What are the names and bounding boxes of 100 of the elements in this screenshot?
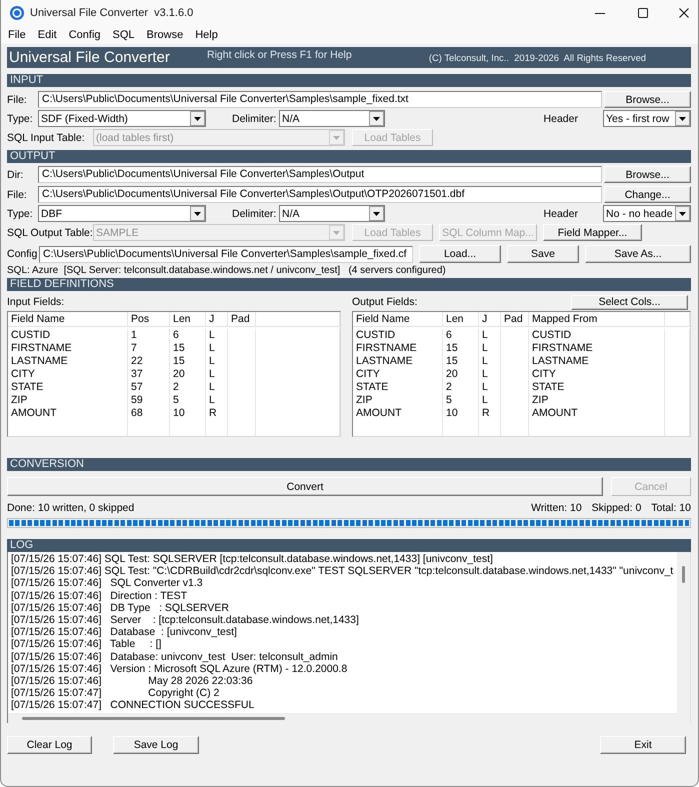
convert-button[interactable]: Convert	[7, 477, 603, 496]
column-header[interactable]: Len	[443, 312, 479, 326]
table-cell: LASTNAME	[529, 355, 665, 368]
table-cell: AMOUNT	[8, 407, 128, 420]
sql-connection-info: SQL: Azure [SQL Server: telconsult.database.windows.net / univconv_test] (4 servers configured)	[7, 265, 447, 276]
menu-item[interactable]: SQL	[106, 29, 141, 41]
exit-button[interactable]: Exit	[600, 736, 686, 754]
column-header[interactable]: Pad	[501, 312, 529, 326]
table-cell: R	[479, 407, 501, 420]
section-header: INPUT	[7, 74, 691, 87]
output-dir-field[interactable]: C:\Users\Public\Documents\Universal File Converter\Samples\Output	[38, 166, 602, 183]
app-title: Universal File Converter	[8, 49, 171, 66]
minimize-icon[interactable]	[595, 12, 605, 14]
horizontal-scrollbar-thumb[interactable]	[22, 716, 285, 720]
vertical-scrollbar-thumb[interactable]	[682, 566, 685, 583]
header-dropdown[interactable]: No - no heade	[603, 205, 691, 222]
window-title: Universal File Converter v3.1.6.0	[30, 7, 194, 19]
table-cell: 2	[443, 381, 479, 394]
table-cell: L	[479, 381, 501, 394]
save-config-button[interactable]: Save	[507, 245, 579, 263]
browse-button[interactable]: Browse...	[604, 91, 691, 108]
table-cell: CITY	[8, 368, 128, 381]
table-cell: ZIP	[529, 394, 665, 407]
table-cell: 15	[443, 342, 479, 355]
count-text: Written: 10	[531, 502, 582, 514]
column-header[interactable]: Mapped From	[529, 312, 665, 326]
table-cell: L	[206, 329, 228, 342]
table-cell: 68	[128, 407, 170, 420]
log-line: [07/15/26 15:07:46] DB Type : SQLSERVER	[11, 602, 230, 614]
table-cell: L	[479, 329, 501, 342]
log-line: [07/15/26 15:07:46] Database: univconv_test User: telconsult_admin	[11, 650, 339, 663]
type-dropdown[interactable]: DBF	[38, 205, 206, 222]
browse-button[interactable]: Browse...	[604, 166, 691, 183]
table-cell: 7	[128, 342, 170, 355]
column-header[interactable]: Field Name	[353, 312, 443, 326]
menu-item[interactable]: Help	[189, 29, 224, 41]
column-header[interactable]: Len	[170, 312, 206, 326]
table-cell: L	[206, 368, 228, 381]
column-header[interactable]: Field Name	[8, 312, 128, 326]
table-cell: 15	[170, 342, 206, 355]
change-button[interactable]: Change...	[604, 186, 691, 203]
log-line: [07/15/26 15:07:47] Copyright (C) 2	[11, 687, 220, 700]
table-cell: FIRSTNAME	[529, 342, 665, 355]
table-cell: 15	[443, 355, 479, 368]
table-cell: STATE	[8, 381, 128, 394]
table-cell: ZIP	[353, 394, 443, 407]
table-cell: L	[206, 342, 228, 355]
output-file-field[interactable]: C:\Users\Public\Documents\Universal File Converter\Samples\Output\OTP2026071501.dbf	[38, 186, 602, 203]
count-text: Total: 10	[651, 502, 691, 514]
sql-table-label: SQL Output Table:	[7, 226, 93, 238]
table-cell: FIRSTNAME	[8, 342, 128, 355]
load-config-button[interactable]: Load...	[419, 245, 501, 263]
table-cell: 57	[128, 381, 170, 394]
menu-item[interactable]: Browse	[140, 29, 190, 41]
save-as-button[interactable]: Save As...	[585, 245, 691, 263]
menu-item[interactable]: File	[2, 29, 32, 41]
column-header[interactable]: Pos	[128, 312, 170, 326]
section-header: LOG	[7, 539, 691, 552]
help-hint: Right click or Press F1 for Help	[207, 48, 352, 61]
output-fields-label: Output Fields:	[352, 296, 418, 308]
log-line: [07/15/26 15:07:46] SQL Test: SQLSERVER [tcp:telconsult.database.windows.net,1433] [univconv_test]	[11, 553, 494, 566]
table-cell: 20	[443, 368, 479, 381]
column-header[interactable]: J	[479, 312, 501, 326]
config-file-field[interactable]: C:\Users\Public\Documents\Universal File Converter\Samples\sample_fixed.cf	[39, 246, 413, 262]
maximize-icon[interactable]	[638, 8, 648, 18]
log-line: [07/15/26 15:07:46] Table : []	[11, 638, 162, 650]
table-cell: 37	[128, 368, 170, 381]
delimiter-dropdown[interactable]: N/A	[279, 110, 385, 127]
type-dropdown[interactable]: SDF (Fixed-Width)	[38, 110, 206, 127]
close-icon[interactable]	[679, 8, 689, 18]
section-header: CONVERSION	[7, 458, 691, 471]
config-label: Config	[7, 248, 38, 260]
select-cols-button[interactable]: Select Cols...	[571, 294, 688, 310]
count-text: Skipped: 0	[592, 502, 642, 514]
log-line: [07/15/26 15:07:46] Server : [tcp:telconsult.database.windows.net,1433]	[11, 614, 360, 626]
table-cell: L	[206, 394, 228, 407]
file-label: File:	[7, 188, 28, 200]
column-header[interactable]: J	[206, 312, 228, 326]
menu-item[interactable]: Edit	[32, 29, 63, 41]
status-text: Done: 10 written, 0 skipped	[7, 502, 134, 514]
table-cell: 5	[170, 394, 206, 407]
table-cell: L	[479, 342, 501, 355]
log-line: [07/15/26 15:07:46] May 28 2026 22:03:36	[11, 674, 254, 688]
log-line: [07/15/26 15:07:46] SQL Converter v1.3	[11, 577, 204, 590]
type-label: Type:	[7, 208, 34, 220]
menu-item[interactable]: Config	[62, 29, 106, 41]
table-cell: LASTNAME	[353, 355, 443, 368]
table-cell: 10	[170, 407, 206, 420]
type-label: Type:	[7, 112, 34, 124]
table-cell: L	[479, 368, 501, 381]
delimiter-dropdown[interactable]: N/A	[279, 205, 385, 222]
clear-log-button[interactable]: Clear Log	[7, 736, 92, 754]
table-cell: 2	[170, 381, 206, 394]
column-header[interactable]: Pad	[228, 312, 256, 326]
table-cell: L	[479, 355, 501, 368]
input-file-field[interactable]: C:\Users\Public\Documents\Universal File Converter\Samples\sample_fixed.txt	[38, 91, 602, 108]
copyright-text: (C) Telconsult, Inc.. 2019-2026 All Rights Reserved	[428, 52, 646, 63]
save-log-button[interactable]: Save Log	[113, 736, 199, 754]
header-dropdown[interactable]: Yes - first row	[603, 110, 691, 127]
log-line: [07/15/26 15:07:46] Direction : TEST	[11, 590, 188, 602]
